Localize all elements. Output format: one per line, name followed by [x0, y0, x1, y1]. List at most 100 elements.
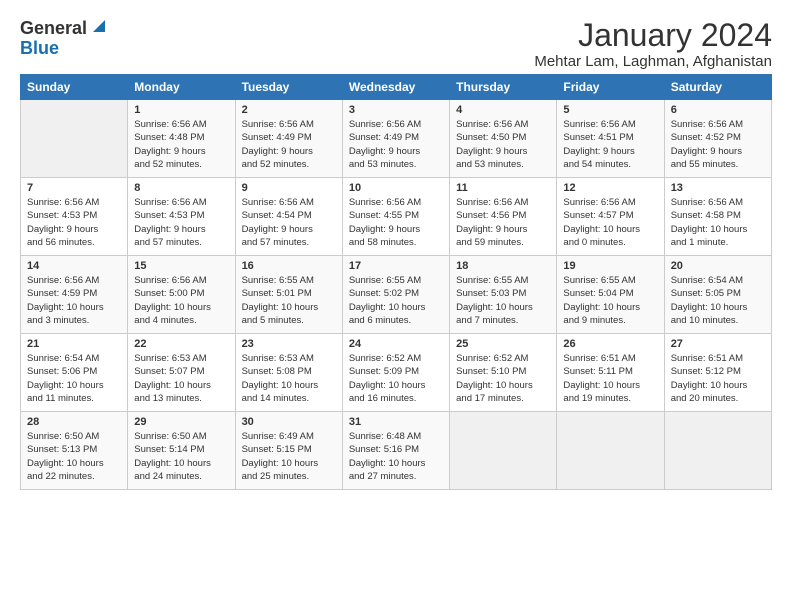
table-row: 5 Sunrise: 6:56 AM Sunset: 4:51 PM Daylig… [557, 100, 664, 178]
day-info: Sunrise: 6:50 AM Sunset: 5:13 PM Dayligh… [27, 430, 121, 483]
day-number: 22 [134, 338, 228, 350]
day-info: Sunrise: 6:51 AM Sunset: 5:12 PM Dayligh… [671, 352, 765, 405]
day-number: 26 [563, 338, 657, 350]
table-row: 31 Sunrise: 6:48 AM Sunset: 5:16 PM Dayli… [342, 412, 449, 490]
day-info: Sunrise: 6:55 AM Sunset: 5:02 PM Dayligh… [349, 274, 443, 327]
table-row: 13 Sunrise: 6:56 AM Sunset: 4:58 PM Dayli… [664, 178, 771, 256]
day-info: Sunrise: 6:56 AM Sunset: 4:51 PM Dayligh… [563, 118, 657, 171]
day-number: 12 [563, 182, 657, 194]
day-info: Sunrise: 6:56 AM Sunset: 4:53 PM Dayligh… [134, 196, 228, 249]
day-info: Sunrise: 6:55 AM Sunset: 5:03 PM Dayligh… [456, 274, 550, 327]
table-row: 21 Sunrise: 6:54 AM Sunset: 5:06 PM Dayli… [21, 334, 128, 412]
day-info: Sunrise: 6:50 AM Sunset: 5:14 PM Dayligh… [134, 430, 228, 483]
table-row: 9 Sunrise: 6:56 AM Sunset: 4:54 PM Daylig… [235, 178, 342, 256]
day-info: Sunrise: 6:53 AM Sunset: 5:08 PM Dayligh… [242, 352, 336, 405]
table-row: 3Sunrise: 6:56 AM Sunset: 4:49 PM Daylig… [342, 100, 449, 178]
logo-general: General [20, 19, 87, 39]
table-row [557, 412, 664, 490]
day-info: Sunrise: 6:53 AM Sunset: 5:07 PM Dayligh… [134, 352, 228, 405]
day-number: 24 [349, 338, 443, 350]
day-info: Sunrise: 6:48 AM Sunset: 5:16 PM Dayligh… [349, 430, 443, 483]
table-row: 16 Sunrise: 6:55 AM Sunset: 5:01 PM Dayli… [235, 256, 342, 334]
day-number: 14 [27, 260, 121, 272]
calendar-table: SundayMondayTuesdayWednesdayThursdayFrid… [20, 74, 772, 490]
table-row: 24 Sunrise: 6:52 AM Sunset: 5:09 PM Dayli… [342, 334, 449, 412]
table-row [450, 412, 557, 490]
table-row: 26 Sunrise: 6:51 AM Sunset: 5:11 PM Dayli… [557, 334, 664, 412]
table-row: 22 Sunrise: 6:53 AM Sunset: 5:07 PM Dayli… [128, 334, 235, 412]
day-info: Sunrise: 6:54 AM Sunset: 5:06 PM Dayligh… [27, 352, 121, 405]
day-info: Sunrise: 6:56 AM Sunset: 4:48 PM Dayligh… [134, 118, 228, 171]
month-title: January 2024 [534, 18, 772, 53]
table-row: 25 Sunrise: 6:52 AM Sunset: 5:10 PM Dayli… [450, 334, 557, 412]
table-row: 18 Sunrise: 6:55 AM Sunset: 5:03 PM Dayli… [450, 256, 557, 334]
day-info: Sunrise: 6:56 AM Sunset: 5:00 PM Dayligh… [134, 274, 228, 327]
day-info: Sunrise: 6:52 AM Sunset: 5:10 PM Dayligh… [456, 352, 550, 405]
table-row: 2 Sunrise: 6:56 AM Sunset: 4:49 PM Daylig… [235, 100, 342, 178]
table-row: 15 Sunrise: 6:56 AM Sunset: 5:00 PM Dayli… [128, 256, 235, 334]
day-number: 1 [134, 104, 228, 116]
day-number: 3 [349, 104, 443, 116]
table-row [21, 100, 128, 178]
day-number: 19 [563, 260, 657, 272]
table-row: 7 Sunrise: 6:56 AM Sunset: 4:53 PM Daylig… [21, 178, 128, 256]
day-number: 6 [671, 104, 765, 116]
day-number: 17 [349, 260, 443, 272]
table-row: 27 Sunrise: 6:51 AM Sunset: 5:12 PM Dayli… [664, 334, 771, 412]
day-number: 23 [242, 338, 336, 350]
day-info: Sunrise: 6:56 AM Sunset: 4:49 PM Dayligh… [242, 118, 336, 171]
day-number: 20 [671, 260, 765, 272]
table-row: 30Sunrise: 6:49 AM Sunset: 5:15 PM Dayli… [235, 412, 342, 490]
logo-blue: Blue [20, 38, 59, 58]
table-row: 6Sunrise: 6:56 AM Sunset: 4:52 PM Daylig… [664, 100, 771, 178]
day-number: 2 [242, 104, 336, 116]
day-number: 13 [671, 182, 765, 194]
day-number: 4 [456, 104, 550, 116]
day-number: 31 [349, 416, 443, 428]
table-row: 29 Sunrise: 6:50 AM Sunset: 5:14 PM Dayli… [128, 412, 235, 490]
day-number: 9 [242, 182, 336, 194]
table-row: 12 Sunrise: 6:56 AM Sunset: 4:57 PM Dayli… [557, 178, 664, 256]
col-header-monday: Monday [128, 75, 235, 100]
day-info: Sunrise: 6:56 AM Sunset: 4:54 PM Dayligh… [242, 196, 336, 249]
day-info: Sunrise: 6:56 AM Sunset: 4:53 PM Dayligh… [27, 196, 121, 249]
day-number: 7 [27, 182, 121, 194]
day-info: Sunrise: 6:54 AM Sunset: 5:05 PM Dayligh… [671, 274, 765, 327]
table-row: 19Sunrise: 6:55 AM Sunset: 5:04 PM Dayli… [557, 256, 664, 334]
day-number: 30 [242, 416, 336, 428]
day-info: Sunrise: 6:51 AM Sunset: 5:11 PM Dayligh… [563, 352, 657, 405]
day-info: Sunrise: 6:56 AM Sunset: 4:55 PM Dayligh… [349, 196, 443, 249]
table-row: 1 Sunrise: 6:56 AM Sunset: 4:48 PM Daylig… [128, 100, 235, 178]
day-number: 25 [456, 338, 550, 350]
col-header-saturday: Saturday [664, 75, 771, 100]
col-header-wednesday: Wednesday [342, 75, 449, 100]
table-row: 8 Sunrise: 6:56 AM Sunset: 4:53 PM Daylig… [128, 178, 235, 256]
table-row: 28 Sunrise: 6:50 AM Sunset: 5:13 PM Dayli… [21, 412, 128, 490]
table-row: 4Sunrise: 6:56 AM Sunset: 4:50 PM Daylig… [450, 100, 557, 178]
location-title: Mehtar Lam, Laghman, Afghanistan [534, 53, 772, 70]
day-info: Sunrise: 6:56 AM Sunset: 4:57 PM Dayligh… [563, 196, 657, 249]
table-row: 20 Sunrise: 6:54 AM Sunset: 5:05 PM Dayli… [664, 256, 771, 334]
day-info: Sunrise: 6:56 AM Sunset: 4:59 PM Dayligh… [27, 274, 121, 327]
day-info: Sunrise: 6:56 AM Sunset: 4:58 PM Dayligh… [671, 196, 765, 249]
day-number: 8 [134, 182, 228, 194]
day-number: 29 [134, 416, 228, 428]
day-number: 21 [27, 338, 121, 350]
day-number: 16 [242, 260, 336, 272]
day-number: 18 [456, 260, 550, 272]
day-number: 28 [27, 416, 121, 428]
day-number: 11 [456, 182, 550, 194]
day-info: Sunrise: 6:56 AM Sunset: 4:56 PM Dayligh… [456, 196, 550, 249]
table-row: 11 Sunrise: 6:56 AM Sunset: 4:56 PM Dayli… [450, 178, 557, 256]
day-number: 27 [671, 338, 765, 350]
day-info: Sunrise: 6:52 AM Sunset: 5:09 PM Dayligh… [349, 352, 443, 405]
table-row: 14 Sunrise: 6:56 AM Sunset: 4:59 PM Dayli… [21, 256, 128, 334]
title-area: January 2024 Mehtar Lam, Laghman, Afghan… [534, 18, 772, 70]
table-row: 23 Sunrise: 6:53 AM Sunset: 5:08 PM Dayli… [235, 334, 342, 412]
day-number: 5 [563, 104, 657, 116]
day-number: 15 [134, 260, 228, 272]
day-info: Sunrise: 6:55 AM Sunset: 5:01 PM Dayligh… [242, 274, 336, 327]
col-header-friday: Friday [557, 75, 664, 100]
table-row: 17 Sunrise: 6:55 AM Sunset: 5:02 PM Dayli… [342, 256, 449, 334]
col-header-tuesday: Tuesday [235, 75, 342, 100]
